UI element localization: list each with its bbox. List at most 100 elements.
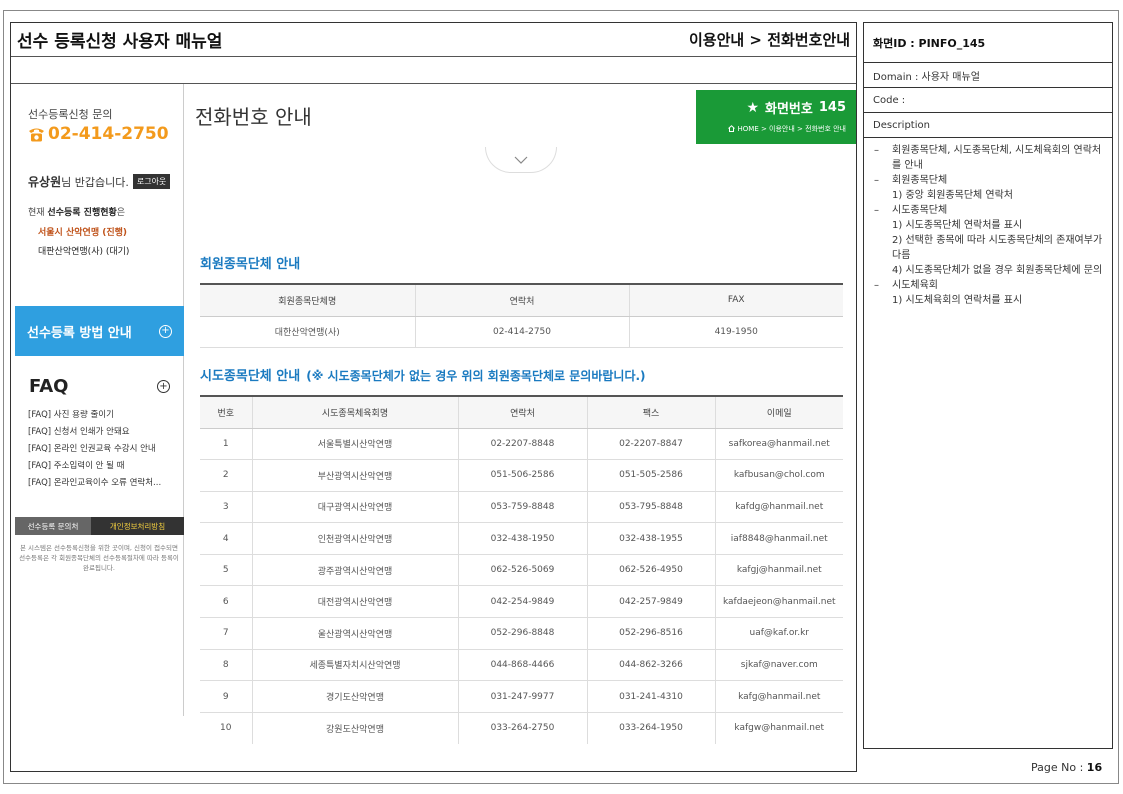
plus-circle-icon: + — [159, 324, 172, 338]
dash-bullet: – — [874, 205, 879, 216]
collapse-toggle[interactable] — [485, 147, 557, 173]
faq-more-icon[interactable]: + — [157, 380, 170, 393]
faq-list: [FAQ] 사진 용량 줄이기 [FAQ] 신청서 인쇄가 안돼요 [FAQ] … — [28, 407, 161, 492]
table-cell: 부산광역시산악연맹 — [251, 459, 458, 492]
description-item: – 회원종목단체 — [874, 173, 1104, 188]
page-number: Page No : 16 — [1031, 761, 1102, 774]
description-item: 1) 시도체육회의 연락처를 표시 — [874, 293, 1104, 308]
dash-bullet: – — [874, 280, 879, 291]
table-row: 9 경기도산악연맹 031-247-9977 031-241-4310 kafg@han… — [200, 680, 843, 713]
table-row: 2 부산광역시산악연맹 051-506-2586 051-505-2586 kafbus… — [200, 459, 843, 492]
column-header: 회원종목단체명 — [200, 283, 415, 317]
user-greeting: 유상원님 반갑습니다. 로그아웃 — [28, 173, 171, 190]
description-item: – 시도체육회 — [874, 278, 1104, 293]
table-cell: 052-296-8516 — [586, 617, 715, 650]
description-item: 1) 중앙 회원종목단체 연락처 — [874, 188, 1104, 203]
table-row: 대한산악연맹(사) 02-414-2750 419-1950 — [200, 316, 843, 349]
status-item-korea[interactable]: 대판산악연맹(사) (대기) — [38, 244, 129, 257]
table-cell: 광주광역시산악연맹 — [251, 554, 458, 587]
description-text: 4) 시도종목단체가 없을 경우 회원종목단체에 문의 — [892, 265, 1103, 276]
table-cell: 2 — [200, 459, 252, 492]
description-text: 시도체육회 — [892, 280, 938, 291]
table-cell: uaf@kaf.or.kr — [714, 617, 843, 650]
faq-item[interactable]: [FAQ] 신청서 인쇄가 안돼요 — [28, 424, 161, 441]
regional-org-table: 번호 시도종목체육회명 연락처 팩스 이메일 1 서울특별시산악연맹 02-2207… — [200, 395, 843, 744]
table-cell: 7 — [200, 617, 252, 650]
table-cell: kafg@hanmail.net — [714, 680, 843, 713]
column-header: FAX — [628, 283, 843, 317]
contact-link[interactable]: 선수등록 문의처 — [15, 517, 91, 535]
member-org-section-title: 회원종목단체 안내 — [200, 257, 301, 272]
table-cell: 8 — [200, 649, 252, 682]
table-row: 7 울산광역시산악연맹 052-296-8848 052-296-8516 uaf@ka… — [200, 617, 843, 650]
user-name: 유상원 — [28, 175, 62, 189]
description-item: 2) 선택한 종목에 따라 시도종목단체의 존재여부가 다름 — [874, 233, 1104, 263]
table-cell: 062-526-5069 — [457, 554, 587, 587]
table-cell: 051-506-2586 — [457, 459, 587, 492]
table-row: 3 대구광역시산악연맹 053-759-8848 053-795-8848 kafdg@… — [200, 491, 843, 524]
faq-item[interactable]: [FAQ] 온라인교육이수 오류 연락처... — [28, 475, 161, 492]
column-header: 연락처 — [457, 395, 587, 429]
star-icon: ★ — [746, 99, 760, 116]
table-cell: 02-414-2750 — [414, 316, 629, 349]
table-row: 5 광주광역시산악연맹 062-526-5069 062-526-4950 kafgj@… — [200, 554, 843, 587]
table-cell: 02-2207-8848 — [457, 428, 587, 461]
table-cell: 051-505-2586 — [586, 459, 715, 492]
description-item: – 시도종목단체 — [874, 203, 1104, 218]
phone-text: 02-414-2750 — [48, 124, 169, 144]
table-cell: 4 — [200, 522, 252, 555]
description-label: Description — [864, 113, 1112, 138]
table-cell: 033-264-1950 — [586, 712, 715, 744]
screen-frame: 선수 등록신청 사용자 매뉴얼 이용안내 > 전화번호안내 선수등록신청 문의 … — [10, 22, 857, 772]
faq-item[interactable]: [FAQ] 사진 용량 줄이기 — [28, 407, 161, 424]
sidebar-footer-links: 선수등록 문의처 개인정보처리방침 — [15, 517, 184, 535]
manual-title: 선수 등록신청 사용자 매뉴얼 — [17, 32, 223, 52]
title-bar: 선수 등록신청 사용자 매뉴얼 이용안내 > 전화번호안내 — [11, 23, 856, 57]
description-body: – 회원종목단체, 시도종목단체, 시도체육회의 연락처를 안내 – 회원종목단체 1)… — [864, 138, 1112, 308]
column-header: 이메일 — [714, 395, 843, 429]
faq-title: FAQ — [29, 376, 69, 397]
screen-number-badge: ★ 화면번호 145 HOME > 이용안내 > 전화번호 안내 — [696, 90, 856, 144]
description-item: – 회원종목단체, 시도종목단체, 시도체육회의 연락처를 안내 — [874, 143, 1104, 173]
faq-item[interactable]: [FAQ] 주소입력이 안 될 때 — [28, 458, 161, 475]
screen-number: ★ 화면번호 145 — [746, 98, 846, 118]
logout-button[interactable]: 로그아웃 — [132, 174, 171, 189]
table-cell: kafdg@hanmail.net — [714, 491, 843, 524]
regional-org-section-title: 시도종목단체 안내 (※ 시도종목단체가 없는 경우 위의 회원종목단체로 문의바… — [200, 365, 646, 384]
description-text: 2) 선택한 종목에 따라 시도종목단체의 존재여부가 다름 — [892, 235, 1103, 261]
chevron-down-icon — [514, 156, 528, 164]
breadcrumb-text: HOME > 이용안내 > 전화번호 안내 — [737, 125, 847, 133]
faq-item[interactable]: [FAQ] 온라인 인권교육 수강시 안내 — [28, 441, 161, 458]
dash-bullet: – — [874, 175, 879, 186]
status-suffix: 은 — [116, 208, 126, 218]
status-prefix: 현재 — [28, 208, 48, 218]
description-text: 시도종목단체 — [892, 205, 948, 216]
screen-number-label: 화면번호 — [765, 102, 813, 117]
table-cell: 053-795-8848 — [586, 491, 715, 524]
table-cell: sjkaf@naver.com — [714, 649, 843, 682]
greeting-text: 님 반갑습니다. — [61, 176, 129, 189]
table-cell: kafbusan@chol.com — [714, 459, 843, 492]
table-cell: 042-254-9849 — [457, 585, 587, 619]
page-title: 전화번호 안내 — [195, 105, 312, 129]
phone-icon — [29, 128, 44, 142]
table-cell: 042-257-9849 — [586, 585, 715, 619]
table-cell: 6 — [200, 585, 252, 619]
inquiry-label: 선수등록신청 문의 — [28, 108, 113, 121]
table-cell: 062-526-4950 — [586, 554, 715, 587]
description-text: 회원종목단체 — [892, 175, 948, 186]
sidebar-note: 본 시스템은 선수등록신청을 위한 곳이며, 신청이 접수되면 선수등록은 각 … — [19, 544, 179, 572]
table-cell: 서울특별시산악연맹 — [251, 428, 458, 461]
screen-number-value: 145 — [818, 100, 846, 115]
home-icon — [728, 125, 736, 132]
table-row: 8 세종특별자치시산악연맹 044-868-4466 044-862-3266 sjka… — [200, 649, 843, 682]
table-cell: 대전광역시산악연맹 — [251, 585, 458, 619]
registration-guide-menu[interactable]: 선수등록 방법 안내 + — [15, 306, 184, 356]
status-item-seoul[interactable]: 서울시 산악연맹 (진행) — [38, 225, 127, 238]
table-cell: 052-296-8848 — [457, 617, 587, 650]
privacy-policy-link[interactable]: 개인정보처리방침 — [91, 517, 184, 535]
table-cell: 대한산악연맹(사) — [200, 316, 415, 349]
table-cell: 10 — [220, 723, 232, 734]
regional-title-text: 시도종목단체 안내 — [200, 369, 301, 384]
location-path: 이용안내 > 전화번호안내 — [688, 31, 850, 49]
